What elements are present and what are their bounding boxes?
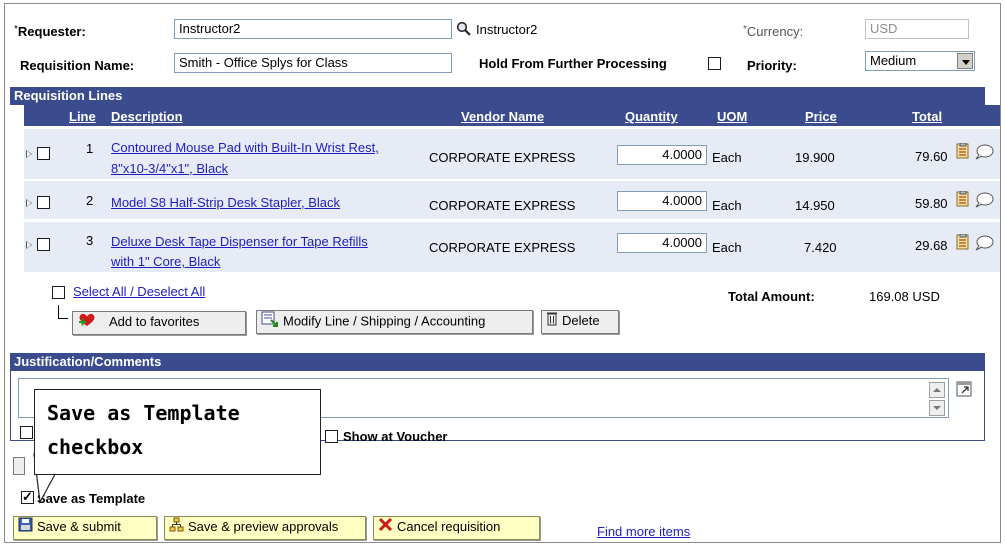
save-preview-label: Save & preview approvals	[188, 519, 339, 534]
callout-line-1: Save as Template	[47, 401, 240, 425]
save-icon	[18, 517, 33, 538]
save-submit-button[interactable]: Save & submit	[13, 516, 157, 540]
approval-tree-icon	[169, 517, 184, 538]
save-submit-label: Save & submit	[37, 519, 121, 534]
cancel-x-icon	[378, 517, 393, 538]
cancel-requisition-button[interactable]: Cancel requisition	[373, 516, 540, 540]
callout-line-2: checkbox	[47, 435, 144, 459]
callout-box: Save as Template checkbox	[34, 389, 321, 475]
save-preview-approvals-button[interactable]: Save & preview approvals	[164, 516, 366, 540]
cancel-label: Cancel requisition	[397, 519, 501, 534]
callout-pointer-join	[35, 454, 65, 458]
find-more-items-link[interactable]: Find more items	[597, 524, 690, 539]
